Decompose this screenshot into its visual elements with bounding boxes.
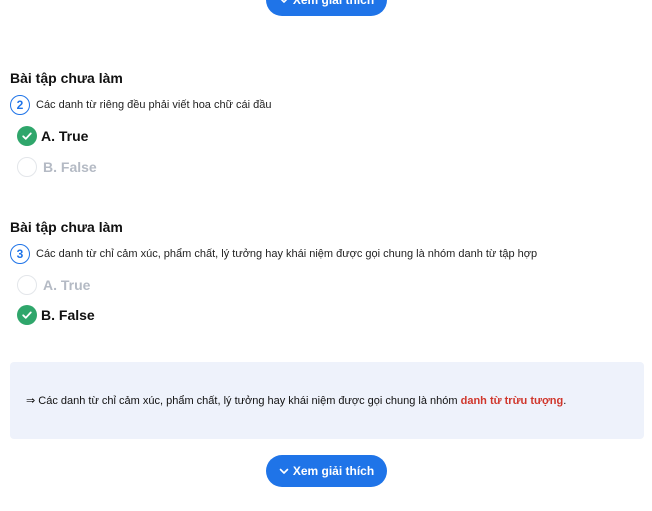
explain-button-label: Xem giải thích [292, 464, 375, 478]
chevron-down-icon [279, 468, 289, 474]
radio-empty-icon [17, 275, 37, 295]
check-icon [17, 126, 37, 146]
option-label: B. False [43, 159, 97, 175]
question-row: 2 Các danh từ riêng đều phải viết hoa ch… [10, 95, 272, 115]
question-text: Các danh từ riêng đều phải viết hoa chữ … [36, 99, 272, 111]
explain-button[interactable]: Xem giải thích [266, 455, 387, 487]
question-number-badge: 3 [10, 244, 30, 264]
section-title: Bài tập chưa làm [10, 70, 123, 86]
explain-button-label: Xem giải thích [292, 0, 375, 7]
explanation-text: ⇒ Các danh từ chỉ cảm xúc, phẩm chất, lý… [26, 394, 566, 407]
question-number-badge: 2 [10, 95, 30, 115]
question-text: Các danh từ chỉ cảm xúc, phẩm chất, lý t… [36, 248, 538, 260]
option-label: B. False [41, 307, 95, 323]
check-icon [17, 305, 37, 325]
option-a[interactable]: A. True [17, 126, 88, 146]
explanation-highlight: danh từ trừu tượng [460, 395, 564, 407]
question-row: 3 Các danh từ chỉ cảm xúc, phẩm chất, lý… [10, 244, 537, 264]
chevron-down-icon [280, 0, 287, 3]
radio-empty-icon [17, 157, 37, 177]
option-b[interactable]: B. False [17, 157, 97, 177]
option-label: A. True [43, 277, 91, 293]
explanation-prefix: Các danh từ chỉ cảm xúc, phẩm chất, lý t… [38, 395, 458, 407]
explanation-suffix: . [563, 395, 567, 407]
explanation-box: ⇒ Các danh từ chỉ cảm xúc, phẩm chất, lý… [10, 362, 644, 439]
option-b[interactable]: B. False [17, 305, 95, 325]
option-label: A. True [41, 128, 89, 144]
section-title: Bài tập chưa làm [10, 219, 123, 235]
option-a[interactable]: A. True [17, 275, 90, 295]
arrow-symbol: ⇒ [26, 395, 36, 407]
explain-button-top[interactable]: Xem giải thích [266, 0, 387, 16]
